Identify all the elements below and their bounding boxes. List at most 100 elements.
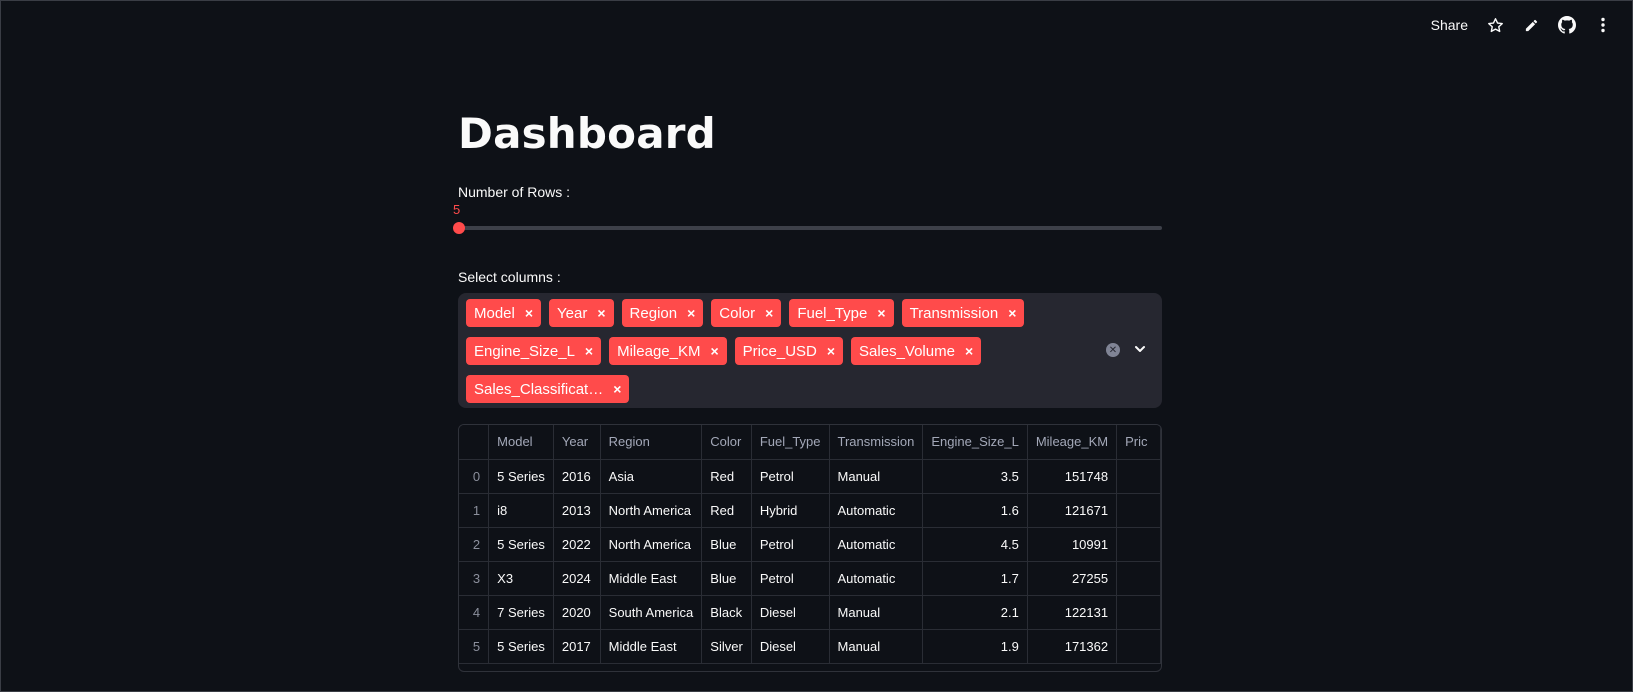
- clear-circle-icon[interactable]: ✕: [1106, 343, 1120, 357]
- share-button[interactable]: Share: [1431, 17, 1468, 33]
- table-cell: 121671: [1027, 493, 1118, 528]
- tag-label: Price_USD: [742, 342, 817, 360]
- table-cell: Manual: [829, 459, 924, 494]
- close-icon[interactable]: ×: [710, 343, 718, 359]
- kebab-menu-icon[interactable]: [1594, 16, 1612, 34]
- star-icon[interactable]: [1486, 16, 1504, 34]
- slider-value: 5: [453, 202, 461, 217]
- tag-list: Model × Year × Region × Color × Fuel_Type × T…: [466, 299, 1091, 403]
- close-icon[interactable]: ×: [585, 343, 593, 359]
- close-icon[interactable]: ×: [613, 381, 621, 397]
- table-cell: Diesel: [751, 629, 830, 664]
- tag-transmission[interactable]: Transmission ×: [901, 299, 1025, 327]
- close-icon[interactable]: ×: [877, 305, 885, 321]
- table-cell: 1: [459, 493, 490, 528]
- table-header-row: Model Year Region Color Fuel_Type Transm…: [459, 425, 1161, 460]
- data-table-grid: Model Year Region Color Fuel_Type Transm…: [459, 425, 1161, 664]
- table-cell: 5 Series: [488, 527, 554, 562]
- tag-fuel-type[interactable]: Fuel_Type ×: [789, 299, 894, 327]
- table-cell: [1116, 459, 1161, 494]
- tag-price[interactable]: Price_USD ×: [734, 337, 844, 365]
- table-row[interactable]: 5 5 Series 2017 Middle East Silver Diese…: [459, 629, 1161, 664]
- tag-engine-size[interactable]: Engine_Size_L ×: [466, 337, 602, 365]
- column-header-model[interactable]: Model: [488, 425, 554, 460]
- close-icon[interactable]: ×: [765, 305, 773, 321]
- table-cell: Manual: [829, 595, 924, 630]
- table-cell: [1116, 595, 1161, 630]
- slider-track[interactable]: [458, 226, 1162, 230]
- table-cell: [1116, 527, 1161, 562]
- column-header-price[interactable]: Pric: [1116, 425, 1161, 460]
- table-cell: [1116, 629, 1161, 664]
- table-cell: 0: [459, 459, 490, 494]
- table-cell: 171362: [1027, 629, 1118, 664]
- table-cell: Red: [701, 493, 752, 528]
- close-icon[interactable]: ×: [827, 343, 835, 359]
- slider-thumb[interactable]: [453, 222, 465, 234]
- tag-label: Engine_Size_L: [474, 342, 575, 360]
- column-header-engine-size[interactable]: Engine_Size_L: [922, 425, 1028, 460]
- table-cell: 4.5: [922, 527, 1028, 562]
- table-cell: 27255: [1027, 561, 1118, 596]
- table-cell: 7 Series: [488, 595, 554, 630]
- column-header-fuel-type[interactable]: Fuel_Type: [751, 425, 830, 460]
- table-cell: 10991: [1027, 527, 1118, 562]
- column-header-year[interactable]: Year: [553, 425, 601, 460]
- table-cell: Manual: [829, 629, 924, 664]
- close-icon[interactable]: ×: [597, 305, 605, 321]
- table-cell: 5 Series: [488, 629, 554, 664]
- column-header-color[interactable]: Color: [701, 425, 752, 460]
- table-row[interactable]: 1 i8 2013 North America Red Hybrid Autom…: [459, 493, 1161, 528]
- table-cell: 1.9: [922, 629, 1028, 664]
- table-cell: 1.7: [922, 561, 1028, 596]
- table-cell: Petrol: [751, 527, 830, 562]
- github-icon[interactable]: [1558, 16, 1576, 34]
- column-multiselect[interactable]: Model × Year × Region × Color × Fuel_Type × T…: [458, 293, 1162, 408]
- tag-label: Fuel_Type: [797, 304, 868, 322]
- table-cell: 1.6: [922, 493, 1028, 528]
- table-row[interactable]: 4 7 Series 2020 South America Black Dies…: [459, 595, 1161, 630]
- table-row[interactable]: 3 X3 2024 Middle East Blue Petrol Automa…: [459, 561, 1161, 596]
- tag-mileage[interactable]: Mileage_KM ×: [609, 337, 727, 365]
- table-cell: 2: [459, 527, 490, 562]
- tag-region[interactable]: Region ×: [621, 299, 704, 327]
- tag-model[interactable]: Model ×: [466, 299, 542, 327]
- table-cell: Black: [701, 595, 752, 630]
- column-header-region[interactable]: Region: [600, 425, 703, 460]
- header-toolbar: Share: [1431, 13, 1612, 37]
- table-row[interactable]: 0 5 Series 2016 Asia Red Petrol Manual 3…: [459, 459, 1161, 494]
- table-cell: [1116, 561, 1161, 596]
- tag-label: Transmission: [909, 304, 999, 322]
- tag-label: Region: [629, 304, 678, 322]
- close-icon[interactable]: ×: [687, 305, 695, 321]
- page-title: Dashboard: [458, 109, 716, 158]
- table-cell: 2013: [553, 493, 601, 528]
- table-cell: X3: [488, 561, 554, 596]
- tag-color[interactable]: Color ×: [711, 299, 782, 327]
- column-header-mileage[interactable]: Mileage_KM: [1027, 425, 1118, 460]
- tag-label: Model: [474, 304, 515, 322]
- table-row[interactable]: 2 5 Series 2022 North America Blue Petro…: [459, 527, 1161, 562]
- table-cell: Hybrid: [751, 493, 830, 528]
- close-icon[interactable]: ×: [1008, 305, 1016, 321]
- column-header-index[interactable]: [459, 425, 490, 460]
- tag-year[interactable]: Year ×: [549, 299, 614, 327]
- table-cell: Automatic: [829, 493, 924, 528]
- chevron-down-icon[interactable]: [1132, 341, 1148, 357]
- pencil-icon[interactable]: [1522, 16, 1540, 34]
- table-cell: 5 Series: [488, 459, 554, 494]
- table-cell: North America: [600, 527, 703, 562]
- data-table[interactable]: Model Year Region Color Fuel_Type Transm…: [458, 424, 1162, 672]
- close-icon[interactable]: ×: [525, 305, 533, 321]
- tag-sales-classification[interactable]: Sales_Classificat… ×: [466, 375, 630, 403]
- table-cell: Petrol: [751, 561, 830, 596]
- table-cell: 122131: [1027, 595, 1118, 630]
- close-icon[interactable]: ×: [965, 343, 973, 359]
- tag-sales-volume[interactable]: Sales_Volume ×: [851, 337, 982, 365]
- table-cell: 3.5: [922, 459, 1028, 494]
- app-frame: Share Dashboard Number of Rows : 5 Selec…: [0, 0, 1633, 692]
- tag-label: Mileage_KM: [617, 342, 701, 360]
- table-cell: Silver: [701, 629, 752, 664]
- column-header-transmission[interactable]: Transmission: [829, 425, 924, 460]
- table-cell: South America: [600, 595, 703, 630]
